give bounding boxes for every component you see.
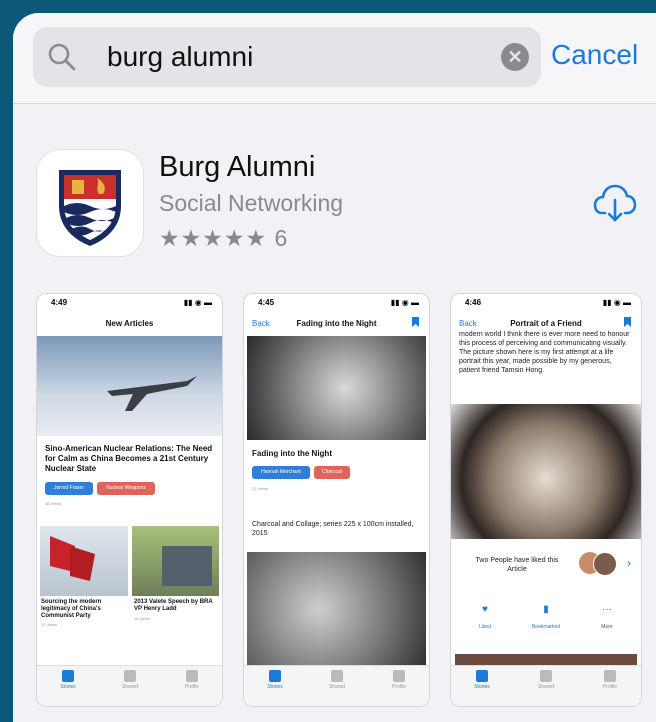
- screen-title: New Articles: [105, 319, 154, 328]
- app-logo[interactable]: [36, 149, 144, 257]
- tab-profile[interactable]: Profile: [167, 670, 217, 690]
- app-name[interactable]: Burg Alumni: [159, 151, 315, 184]
- tag-author[interactable]: Jarrod Fraser: [45, 482, 93, 495]
- likes-text: Two People have liked this Article: [475, 557, 559, 573]
- rating-count: 6: [274, 225, 289, 251]
- tag-topic[interactable]: Nuclear Weapons: [97, 482, 155, 495]
- more-icon: ···: [602, 604, 612, 615]
- card1-title: Sourcing the modern legitimacy of China'…: [41, 599, 102, 619]
- app-store-search-card: burg alumni ✕ Cancel Burg Alumni Social …: [13, 13, 656, 722]
- status-time: 4:49: [51, 298, 68, 307]
- tab-bar: Stories Shared Profile: [37, 665, 222, 706]
- bookmark-icon: ▮: [543, 604, 549, 615]
- jet-photo: [37, 336, 222, 436]
- card2-views: 16 Views: [134, 616, 151, 621]
- cancel-button[interactable]: Cancel: [551, 39, 638, 71]
- tab-bar: Stories Shared Profile: [451, 665, 641, 706]
- screen-title: Portrait of a Friend: [510, 319, 582, 328]
- chevron-right-icon[interactable]: ›: [627, 556, 631, 570]
- screenshot-3[interactable]: 4:46 ▮▮ ◉ ▬ Back Portrait of a Friend mo…: [450, 293, 642, 707]
- action-bookmarked[interactable]: ▮ Bookmarked: [523, 604, 569, 633]
- view-count: 32 Views: [252, 486, 269, 491]
- tab-stories[interactable]: Stories: [43, 670, 93, 690]
- tab-stories[interactable]: Stories: [250, 670, 300, 690]
- tab-stories[interactable]: Stories: [457, 670, 507, 690]
- charcoal-portrait-photo: [247, 336, 426, 440]
- article-title: Fading into the Night: [252, 449, 332, 458]
- building-photo: [132, 526, 219, 596]
- app-rating: ★★★★★ 6: [159, 225, 288, 252]
- tag-medium[interactable]: Charcoal: [314, 466, 350, 479]
- tab-profile[interactable]: Profile: [374, 670, 424, 690]
- view-count: 46 Views: [45, 501, 62, 506]
- status-time: 4:46: [465, 298, 482, 307]
- screenshot-2[interactable]: 4:45 ▮▮ ◉ ▬ Back Fading into the Night F…: [243, 293, 430, 707]
- action-liked[interactable]: ♥ Liked: [465, 604, 505, 633]
- article-body: modern world I think there is ever more …: [459, 331, 630, 374]
- status-time: 4:45: [258, 298, 275, 307]
- status-icons: ▮▮ ◉ ▬: [183, 298, 212, 307]
- app-category: Social Networking: [159, 190, 344, 216]
- status-icons: ▮▮ ◉ ▬: [602, 298, 631, 307]
- card1-views: 17 Views: [41, 622, 58, 627]
- card2-title: 2013 Valete Speech by BRA VP Henry Ladd: [134, 599, 213, 612]
- search-query: burg alumni: [107, 41, 254, 72]
- flags-photo: [40, 526, 128, 596]
- heart-icon: ♥: [482, 604, 488, 615]
- article-title: Sino-American Nuclear Relations: The Nee…: [45, 444, 213, 473]
- screen-title: Fading into the Night: [296, 319, 377, 328]
- tab-shared[interactable]: Shared: [312, 670, 362, 690]
- tab-shared[interactable]: Shared: [521, 670, 571, 690]
- artwork-description: Charcoal and Collage; series 225 x 100cm…: [252, 521, 414, 537]
- tab-profile[interactable]: Profile: [585, 670, 635, 690]
- liker-avatars[interactable]: [579, 552, 619, 576]
- status-icons: ▮▮ ◉ ▬: [390, 298, 419, 307]
- tab-bar: Stories Shared Profile: [244, 665, 429, 706]
- search-input[interactable]: burg alumni ✕: [33, 27, 541, 87]
- cloud-download-icon[interactable]: [593, 183, 637, 223]
- tab-shared[interactable]: Shared: [105, 670, 155, 690]
- clear-search-icon[interactable]: ✕: [501, 43, 529, 71]
- tag-author[interactable]: Hannah Merchant: [252, 466, 310, 479]
- search-bar-area: burg alumni ✕ Cancel: [13, 13, 656, 104]
- friend-portrait-photo: [451, 404, 641, 539]
- charcoal-portrait-photo-2: [247, 552, 426, 666]
- action-more[interactable]: ··· More: [587, 604, 627, 633]
- search-icon: [48, 43, 76, 71]
- screenshot-1[interactable]: 4:49 ▮▮ ◉ ▬ New Articles Sino-American N…: [36, 293, 223, 707]
- rating-stars: ★★★★★: [159, 225, 268, 251]
